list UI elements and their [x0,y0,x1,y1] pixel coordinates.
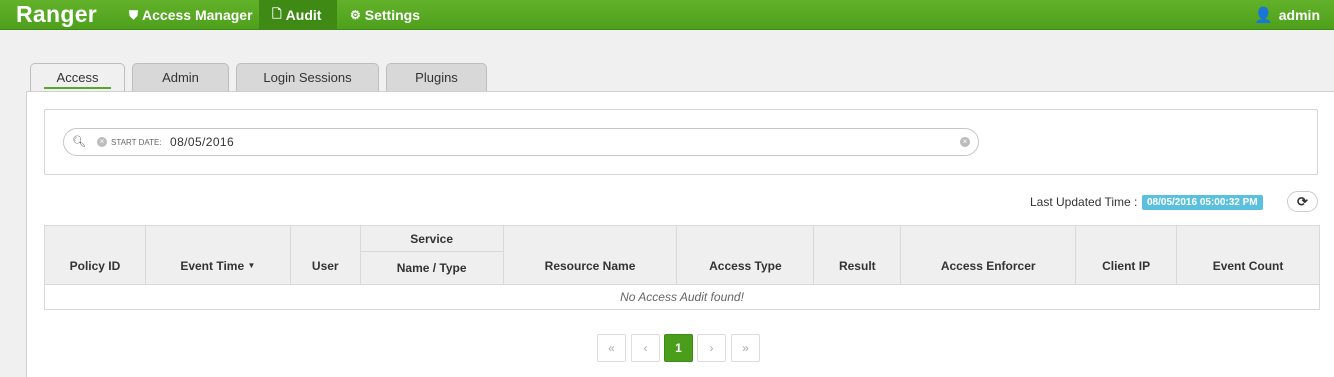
tab-login-sessions-label: Login Sessions [263,70,352,85]
col-event-time-label: Event Time [180,259,245,273]
col-event-time[interactable]: Event Time ▼ [144,225,291,285]
col-event-count[interactable]: Event Count [1176,225,1320,285]
tab-access-label: Access [43,70,112,89]
nav-access-manager-label: Access Manager [142,7,253,23]
shield-icon: ⛊ [129,7,139,22]
col-service-name-type[interactable]: Name / Type [359,251,504,285]
nav-settings-label: Settings [364,7,420,23]
col-access-enforcer[interactable]: Access Enforcer [900,225,1077,285]
brand-logo[interactable]: Ranger [16,1,97,28]
clear-search-icon[interactable]: × [960,137,970,147]
col-access-type[interactable]: Access Type [676,225,815,285]
empty-message: No Access Audit found! [44,284,1320,310]
col-policy-id[interactable]: Policy ID [44,225,146,285]
gear-icon: ⚙ [350,8,361,22]
sort-desc-icon: ▼ [247,261,256,270]
tab-admin-label: Admin [162,70,199,85]
col-result[interactable]: Result [813,225,902,285]
search-icon: 🔍︎ [72,136,86,148]
col-resource-name[interactable]: Resource Name [502,225,678,285]
nav-audit[interactable]: 🗋 Audit [259,0,337,30]
last-page-button[interactable]: » [731,334,760,362]
user-name: admin [1278,7,1320,23]
first-page-button[interactable]: « [597,334,626,362]
tab-admin[interactable]: Admin [132,63,229,91]
tab-access[interactable]: Access [30,63,125,92]
refresh-icon: ⟳ [1297,194,1308,209]
top-navbar: Ranger ⛊ Access Manager 🗋 Audit ⚙ Settin… [0,0,1334,30]
col-service-group: Service [359,225,504,252]
next-page-button[interactable]: › [697,334,726,362]
tab-plugins[interactable]: Plugins [386,63,487,91]
prev-page-button[interactable]: ‹ [631,334,660,362]
facet-label: START DATE: [111,138,162,147]
nav-access-manager[interactable]: ⛊ Access Manager [116,0,266,30]
nav-audit-label: Audit [285,7,322,23]
audit-table: Policy ID Event Time ▼ User Service Reso… [44,225,1320,310]
document-icon: 🗋 [272,6,282,21]
tab-login-sessions[interactable]: Login Sessions [236,63,379,91]
user-icon: 👤 [1254,7,1273,24]
last-updated-badge: 08/05/2016 05:00:32 PM [1142,195,1263,210]
user-menu[interactable]: 👤 admin [1254,0,1320,30]
tab-plugins-label: Plugins [415,70,458,85]
col-client-ip[interactable]: Client IP [1075,225,1178,285]
search-input[interactable]: 🔍︎ × START DATE: 08/05/2016 × [63,128,979,156]
table-row: No Access Audit found! [44,284,1320,310]
nav-settings[interactable]: ⚙ Settings [337,0,433,30]
refresh-button[interactable]: ⟳ [1287,191,1318,212]
page-1-button[interactable]: 1 [664,334,693,362]
facet-value[interactable]: 08/05/2016 [170,135,234,149]
facet-remove-icon[interactable]: × [97,137,107,147]
col-user[interactable]: User [289,225,361,285]
last-updated-label: Last Updated Time : [1030,195,1138,209]
